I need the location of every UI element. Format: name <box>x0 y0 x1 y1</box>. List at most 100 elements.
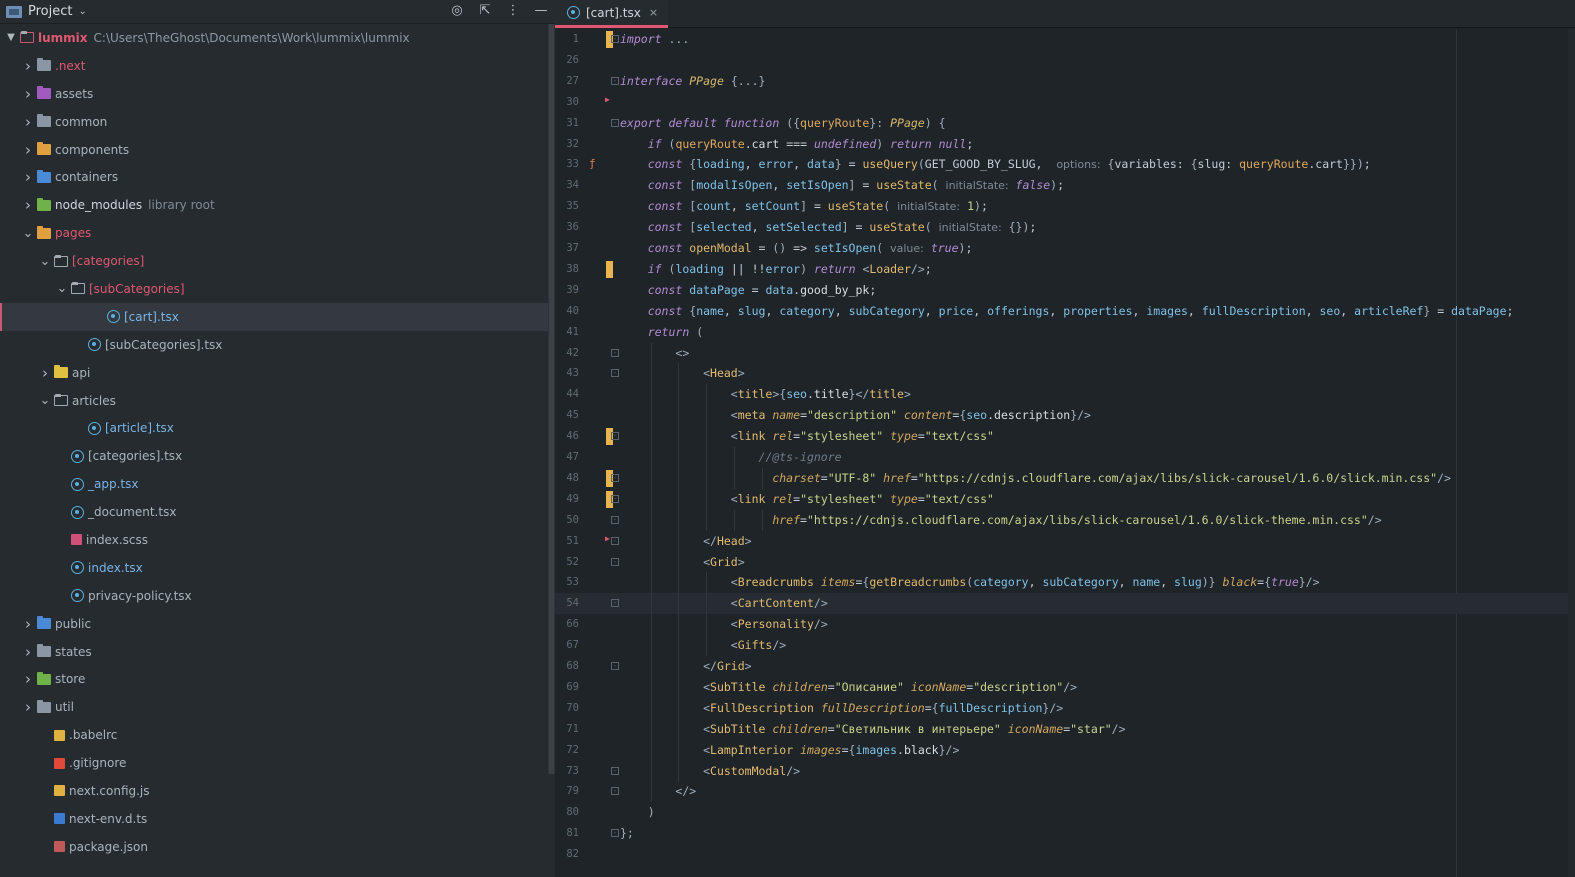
fold-icon[interactable]: - <box>611 515 619 524</box>
code-line[interactable]: 70 <FullDescription fullDescription={ful… <box>555 697 1568 719</box>
tab-cart-tsx[interactable]: [cart].tsx × <box>555 0 669 28</box>
chevron-right-icon[interactable]: › <box>21 141 35 159</box>
tree-item[interactable]: › assets <box>0 80 548 108</box>
code-line[interactable]: 30 ▶ <box>555 92 1568 113</box>
chevron-down-icon[interactable]: ⌄ <box>38 393 52 408</box>
tree-item[interactable]: index.scss <box>0 526 548 554</box>
chevron-down-icon[interactable]: ⌄ <box>55 281 69 296</box>
code-line[interactable]: 32 if (queryRoute.cart === undefined) re… <box>555 134 1568 155</box>
chevron-right-icon[interactable]: › <box>21 113 35 131</box>
tree-item[interactable]: [article].tsx <box>0 414 548 442</box>
code-line[interactable]: 33 ƒ const {loading, error, data} = useQu… <box>555 154 1568 175</box>
tree-item[interactable]: › states <box>0 638 548 666</box>
code-line[interactable]: 46 - <link rel="stylesheet" type="text/cs… <box>555 426 1568 448</box>
code-line[interactable]: 47 //@ts-ignore <box>555 447 1568 468</box>
tree-item[interactable]: privacy-policy.tsx <box>0 582 548 610</box>
tree-item[interactable]: › .next <box>0 52 548 80</box>
tree-item[interactable]: › api <box>0 359 548 387</box>
tree-item[interactable]: .gitignore <box>0 749 548 777</box>
graphql-hint-icon[interactable]: ƒ <box>589 154 596 175</box>
fold-icon[interactable]: - <box>611 118 619 127</box>
fold-icon[interactable]: - <box>611 662 619 670</box>
code-line[interactable]: 52 - <Grid> <box>555 551 1568 573</box>
minimize-icon[interactable]: — <box>533 3 549 19</box>
code-line[interactable]: 48 - charset="UTF-8" href="https://cdnjs.… <box>555 467 1568 489</box>
fold-icon[interactable]: - <box>611 599 619 608</box>
code-line[interactable]: 1 - import ... <box>555 29 1568 50</box>
tree-item[interactable]: › store <box>0 665 548 693</box>
chevron-right-icon[interactable]: › <box>21 698 35 716</box>
chevron-down-icon[interactable]: ⌄ <box>78 6 86 17</box>
tree-item[interactable]: ⌄ [categories] <box>0 247 548 275</box>
code-line[interactable]: 73 - <CustomModal/> <box>555 760 1568 782</box>
fold-icon[interactable]: - <box>611 76 619 85</box>
tree-root-lummix[interactable]: ▼ lummix C:\Users\TheGhost\Documents\Wor… <box>0 24 548 52</box>
fold-icon[interactable]: - <box>611 494 619 503</box>
fold-icon[interactable]: - <box>611 557 619 566</box>
fold-icon[interactable]: - <box>611 766 619 775</box>
code-line[interactable]: 41 return ( <box>555 322 1568 343</box>
close-icon[interactable]: × <box>649 6 658 19</box>
fold-icon[interactable]: - <box>611 35 619 43</box>
code-line[interactable]: 71 <SubTitle children="Светильник в инте… <box>555 718 1568 740</box>
chevron-down-icon[interactable]: ⌄ <box>21 226 35 241</box>
code-line[interactable]: 69 <SubTitle children="Описание" iconNam… <box>555 676 1568 698</box>
tree-item[interactable]: next-env.d.ts <box>0 805 548 833</box>
chevron-right-icon[interactable]: › <box>21 57 35 75</box>
tree-item[interactable]: › public <box>0 610 548 638</box>
chevron-right-icon[interactable]: › <box>21 670 35 688</box>
chevron-right-icon[interactable]: › <box>21 643 35 661</box>
tree-item[interactable]: [categories].tsx <box>0 442 548 470</box>
chevron-right-icon[interactable]: › <box>38 364 52 382</box>
chevron-down-icon[interactable]: ⌄ <box>38 254 52 269</box>
tree-item[interactable]: ⌄ [subCategories] <box>0 275 548 303</box>
code-line[interactable]: 36 const [selected, setSelected] = useSt… <box>555 217 1568 238</box>
code-line[interactable]: 50 - href="https://cdnjs.cloudflare.com/a… <box>555 509 1568 531</box>
code-line[interactable]: 49 - <link rel="stylesheet" type="text/cs… <box>555 488 1568 510</box>
fold-icon[interactable]: - <box>611 432 619 441</box>
code-line[interactable]: 51 - ▶ </Head> <box>555 529 1568 552</box>
tree-item[interactable]: ⌄ articles <box>0 387 548 415</box>
tree-item[interactable]: ⌄ pages <box>0 219 548 247</box>
chevron-right-icon[interactable]: › <box>21 85 35 103</box>
fold-icon[interactable]: - <box>611 348 619 357</box>
code-line[interactable]: 38 if (loading || !!error) return <Loade… <box>555 259 1568 280</box>
breakpoint-marker-icon[interactable]: ▶ <box>605 529 610 550</box>
code-line[interactable]: 42 - <> <box>555 342 1568 364</box>
fold-icon[interactable]: - <box>611 473 619 482</box>
code-line[interactable]: 44 <title>{seo.title}</title> <box>555 384 1568 406</box>
tree-item[interactable]: [subCategories].tsx <box>0 331 548 359</box>
more-options-icon[interactable]: ⋮ <box>505 3 521 19</box>
code-line[interactable]: 27 - interface PPage {...} <box>555 71 1568 92</box>
code-line[interactable]: 37 const openModal = () => setIsOpen( va… <box>555 238 1568 259</box>
fold-icon[interactable]: - <box>611 536 619 545</box>
tree-item[interactable]: next.config.js <box>0 777 548 805</box>
tree-item[interactable]: _document.tsx <box>0 498 548 526</box>
chevron-down-icon[interactable]: ▼ <box>4 32 18 43</box>
tree-item[interactable]: [cart].tsx <box>0 302 548 331</box>
fold-icon[interactable]: - <box>611 369 619 378</box>
code-line[interactable]: 81 -}; <box>555 823 1568 844</box>
code-line[interactable]: 34 const [modalIsOpen, setIsOpen] = useS… <box>555 175 1568 196</box>
collapse-all-icon[interactable]: ⇱ <box>477 3 493 19</box>
tree-item[interactable]: › node_modules library root <box>0 191 548 219</box>
tree-item[interactable]: _app.tsx <box>0 470 548 498</box>
code-line[interactable]: 35 const [count, setCount] = useState( i… <box>555 196 1568 217</box>
code-line[interactable]: 82 <box>555 844 1568 865</box>
project-panel-title[interactable]: Project <box>28 4 72 19</box>
chevron-right-icon[interactable]: › <box>21 168 35 186</box>
breakpoint-marker-icon[interactable]: ▶ <box>605 90 610 111</box>
locate-icon[interactable]: ◎ <box>449 3 465 19</box>
tree-item[interactable]: index.tsx <box>0 554 548 582</box>
code-line[interactable]: 67 <Gifts/> <box>555 635 1568 657</box>
tree-item[interactable]: › components <box>0 136 548 164</box>
code-line[interactable]: 26 <box>555 50 1568 71</box>
tree-item[interactable]: .babelrc <box>0 721 548 749</box>
project-scrollbar[interactable] <box>548 24 555 774</box>
tree-item[interactable]: › common <box>0 108 548 136</box>
code-line[interactable]: 43 - <Head> <box>555 363 1568 385</box>
code-area[interactable]: 1- import ... 26 27- interface PPage {...} 30… <box>555 29 1575 877</box>
tree-item[interactable]: › util <box>0 693 548 721</box>
code-line[interactable]: 66 <Personality/> <box>555 614 1568 636</box>
code-line[interactable]: 68 - </Grid> <box>555 656 1568 677</box>
